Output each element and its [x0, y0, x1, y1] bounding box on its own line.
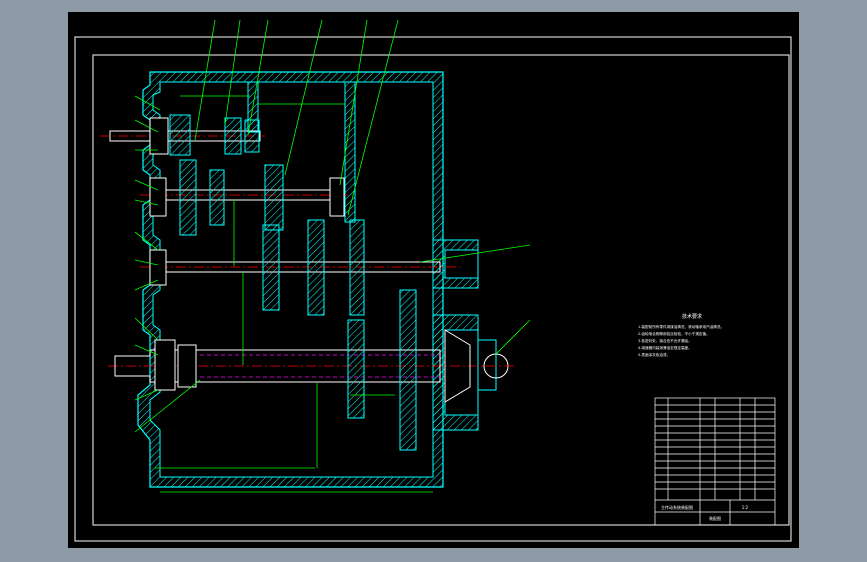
- notes-line-3: 3.各密封处、接合处不允许漏油。: [638, 338, 692, 343]
- notes-line-1: 1.装配前所有零件用煤油清洗，滚动轴承用汽油清洗。: [638, 324, 724, 329]
- title-block-scale: 1:2: [742, 505, 749, 510]
- notes-line-4: 4.减速器内装润滑油至规定高度。: [638, 345, 692, 350]
- notes-title: 技术要求: [682, 313, 702, 320]
- notes-line-2: 2.齿轮啮合侧隙用铅丝检验，不小于规定值。: [638, 331, 710, 336]
- title-block-sheet-id: 装配图: [709, 515, 721, 521]
- title-block-drawing-title: 主传动系统装配图: [661, 504, 693, 510]
- cad-viewport[interactable]: 技术要求 1.装配前所有零件用煤油清洗，滚动轴承用汽油清洗。 2.齿轮啮合侧隙用…: [0, 0, 867, 562]
- notes-line-5: 5.表面涂灰色油漆。: [638, 352, 670, 357]
